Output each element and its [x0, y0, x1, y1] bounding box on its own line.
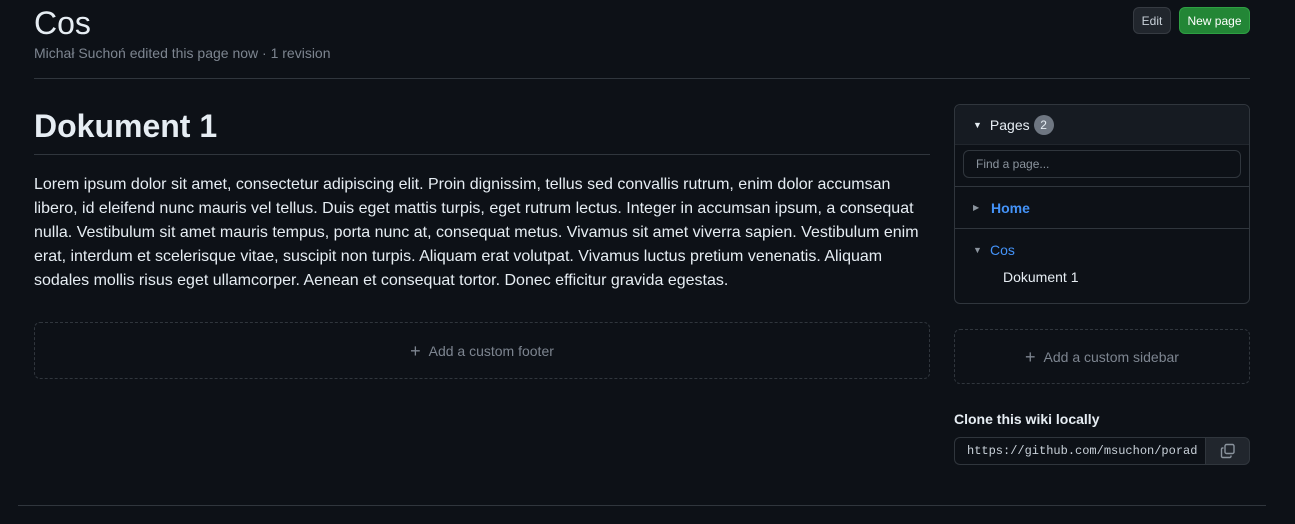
add-custom-footer-button[interactable]: + Add a custom footer: [34, 322, 930, 379]
plus-icon: +: [1025, 346, 1036, 367]
sidebar-item-label[interactable]: Cos: [990, 242, 1015, 258]
clone-url-group: [954, 437, 1250, 465]
edit-button[interactable]: Edit: [1133, 7, 1171, 34]
new-page-button[interactable]: New page: [1179, 7, 1250, 34]
page-title: Cos: [34, 5, 91, 41]
page-revision-info: Michał Suchoń edited this page now · 1 r…: [34, 45, 331, 61]
find-page-input[interactable]: [963, 150, 1241, 178]
pages-count-badge: 2: [1033, 114, 1054, 135]
add-custom-sidebar-button[interactable]: + Add a custom sidebar: [954, 329, 1250, 384]
pages-toggle[interactable]: ▼ Pages 2: [955, 105, 1249, 145]
sidebar-item-home[interactable]: ▶ Home: [955, 187, 1249, 229]
caret-right-icon[interactable]: ▶: [973, 203, 981, 212]
document-body: Lorem ipsum dolor sit amet, consectetur …: [34, 176, 919, 289]
clone-wiki-heading: Clone this wiki locally: [954, 411, 1100, 427]
clone-url-input[interactable]: [954, 437, 1205, 465]
plus-icon: +: [410, 340, 421, 361]
add-custom-sidebar-label: Add a custom sidebar: [1043, 348, 1179, 365]
sidebar-subitem-dokument-1[interactable]: Dokument 1: [955, 269, 1249, 285]
page-header: Cos Michał Suchoń edited this page now ·…: [34, 0, 1250, 79]
wiki-content: Dokument 1 Lorem ipsum dolor sit amet, c…: [34, 104, 930, 293]
pages-label: Pages: [989, 116, 1030, 133]
add-custom-footer-label: Add a custom footer: [428, 342, 554, 359]
caret-down-icon: ▼: [973, 119, 982, 130]
pages-sidebar: ▼ Pages 2 ▶ Home ▼ Cos Dokument 1: [954, 104, 1250, 304]
copy-icon: [1220, 443, 1235, 459]
sidebar-item-cos[interactable]: ▼ Cos: [955, 229, 1249, 271]
page-search: [955, 145, 1249, 187]
sidebar-item-label[interactable]: Home: [991, 200, 1030, 216]
copy-button[interactable]: [1205, 437, 1250, 465]
footer-divider: [18, 505, 1266, 506]
document-heading: Dokument 1: [34, 104, 930, 155]
caret-down-icon[interactable]: ▼: [973, 245, 982, 255]
